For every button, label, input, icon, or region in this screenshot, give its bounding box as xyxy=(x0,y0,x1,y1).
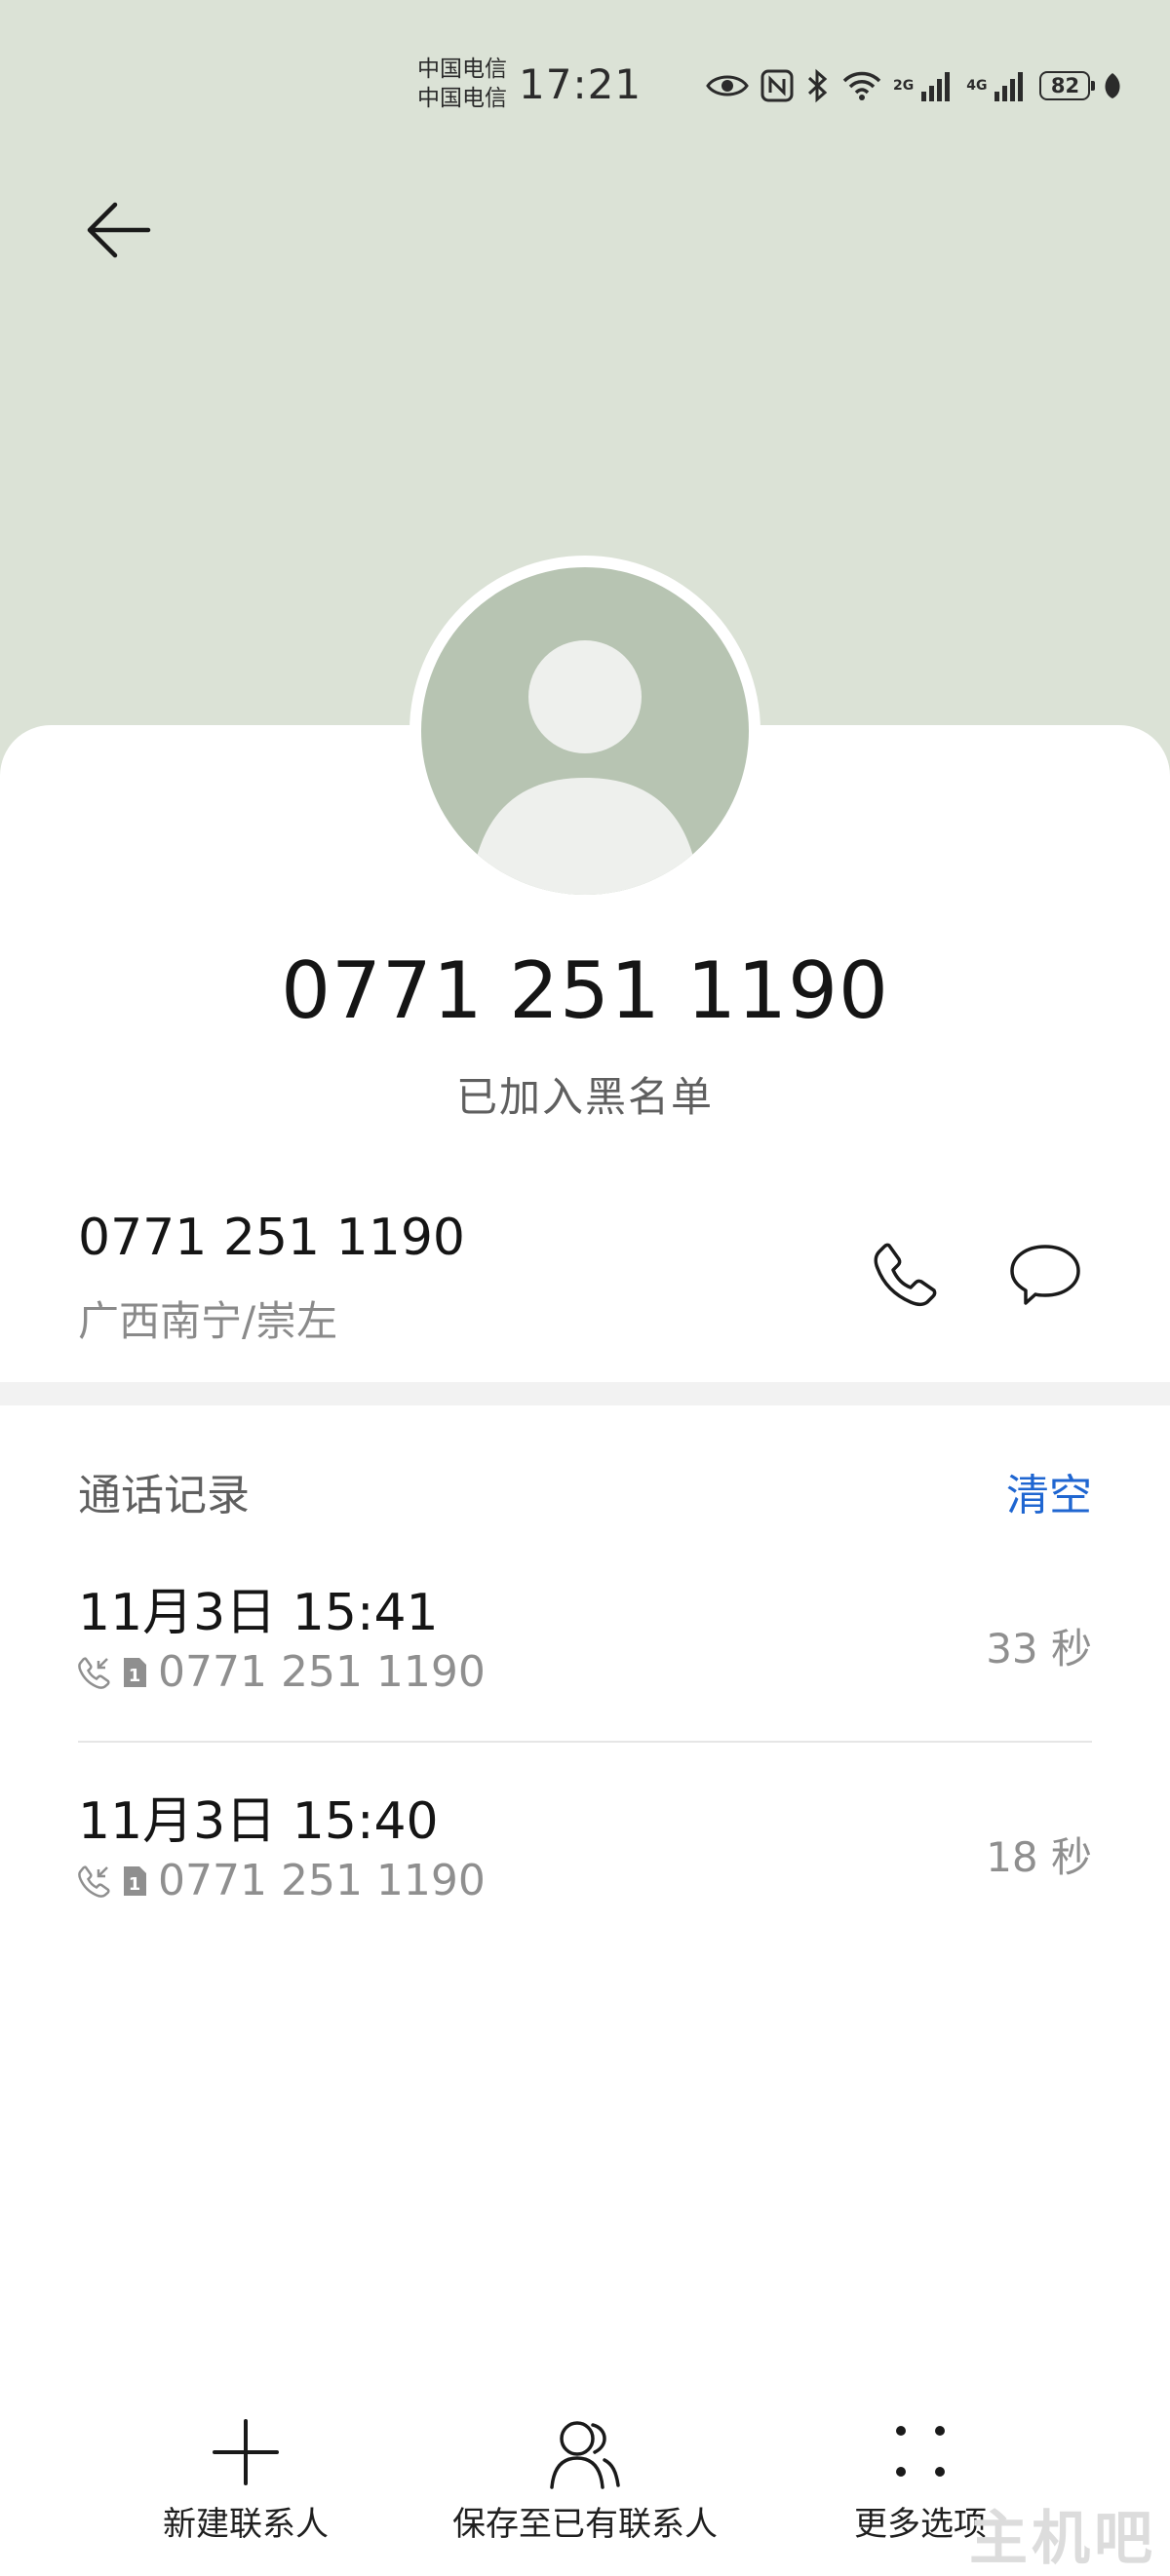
phone-location: 广西南宁/崇左 xyxy=(78,1297,338,1345)
incoming-call-icon xyxy=(78,1865,110,1898)
call-details: 1 0771 251 1190 xyxy=(78,1856,486,1905)
signal-icon xyxy=(994,72,1024,101)
status-bar: 中国电信 中国电信 17:21 2G 4G 82 xyxy=(0,0,1170,166)
clear-log-button[interactable]: 清空 xyxy=(1006,1460,1092,1522)
carrier-names: 中国电信 中国电信 xyxy=(417,55,507,113)
call-log-title: 通话记录 xyxy=(78,1471,250,1520)
status-icons: 2G 4G 82 xyxy=(706,64,1123,107)
call-duration: 18 秒 xyxy=(986,1833,1092,1881)
call-log-item[interactable]: 11月3日 15:40 1 0771 251 1190 18 秒 xyxy=(78,1780,1092,1975)
nfc-icon xyxy=(760,69,794,102)
contact-title: 0771 251 1190 xyxy=(281,945,889,1036)
new-contact-button[interactable]: 新建联系人 xyxy=(70,2407,421,2554)
wifi-icon xyxy=(842,71,881,100)
call-button[interactable] xyxy=(858,1228,952,1322)
signal-icon xyxy=(921,72,951,101)
battery-level: 82 xyxy=(1050,74,1080,97)
bluetooth-icon xyxy=(807,68,828,103)
blocked-status: 已加入黑名单 xyxy=(455,1073,714,1121)
network-type-1: 2G xyxy=(893,78,915,94)
carrier-1: 中国电信 xyxy=(417,57,507,82)
network-type-2: 4G xyxy=(966,78,988,94)
sim-card-icon: 1 xyxy=(124,1657,146,1687)
save-to-existing-button[interactable]: 保存至已有联系人 xyxy=(410,2407,760,2554)
back-button[interactable] xyxy=(74,187,160,273)
call-time: 11月3日 15:40 xyxy=(78,1792,439,1851)
contacts-icon xyxy=(550,2421,620,2489)
sim-slot-number: 1 xyxy=(129,1666,141,1686)
battery-icon: 82 xyxy=(1039,71,1096,100)
incoming-call-icon xyxy=(78,1656,110,1689)
more-dots-icon xyxy=(896,2426,945,2477)
call-duration: 33 秒 xyxy=(986,1625,1092,1672)
call-number: 0771 251 1190 xyxy=(158,1856,486,1905)
eye-icon xyxy=(706,75,749,96)
arrow-left-icon xyxy=(87,202,151,258)
phone-icon xyxy=(874,1243,937,1306)
status-time: 17:21 xyxy=(519,60,643,108)
contact-avatar xyxy=(410,556,760,906)
leaf-icon xyxy=(1105,73,1120,98)
phone-number: 0771 251 1190 xyxy=(78,1209,465,1267)
new-contact-label: 新建联系人 xyxy=(163,2505,329,2544)
watermark: 主机吧 xyxy=(969,2505,1156,2573)
call-details: 1 0771 251 1190 xyxy=(78,1647,486,1697)
message-bubble-icon xyxy=(1010,1245,1080,1305)
section-separator xyxy=(0,1382,1170,1405)
plus-icon xyxy=(213,2419,279,2485)
carrier-2: 中国电信 xyxy=(417,86,507,111)
call-log-item[interactable]: 11月3日 15:41 1 0771 251 1190 33 秒 xyxy=(78,1571,1092,1766)
person-icon xyxy=(421,567,749,895)
list-divider xyxy=(78,1741,1092,1743)
sim-card-icon: 1 xyxy=(124,1865,146,1896)
phone-number-row: 0771 251 1190 广西南宁/崇左 xyxy=(78,1199,1092,1355)
call-time: 11月3日 15:41 xyxy=(78,1584,439,1642)
save-to-existing-label: 保存至已有联系人 xyxy=(452,2505,718,2544)
message-button[interactable] xyxy=(998,1228,1092,1322)
sim-slot-number: 1 xyxy=(129,1874,141,1895)
call-number: 0771 251 1190 xyxy=(158,1647,486,1697)
call-log-header: 通话记录 清空 xyxy=(78,1460,1092,1522)
